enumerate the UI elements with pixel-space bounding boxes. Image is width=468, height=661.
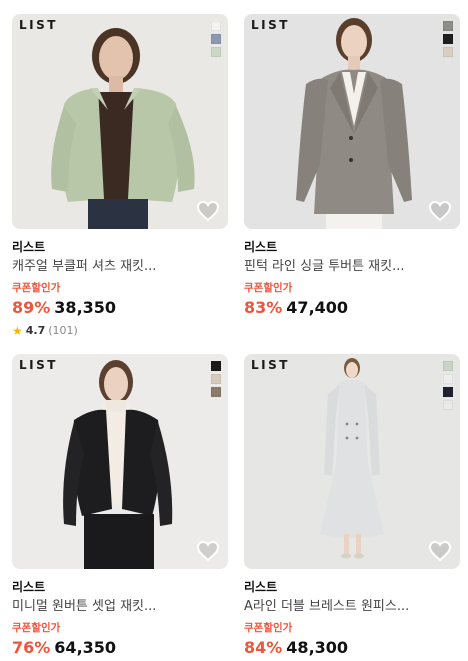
star-icon: ★ <box>12 324 23 338</box>
product-name[interactable]: A라인 더블 브레스트 원피스... <box>244 598 460 616</box>
brand-name[interactable]: 리스트 <box>12 239 228 255</box>
coupon-price-label: 쿠폰할인가 <box>12 282 61 294</box>
heart-icon[interactable] <box>428 200 452 222</box>
product-image[interactable]: LIST <box>12 354 228 569</box>
product-photo <box>244 14 460 229</box>
product-photo <box>12 14 228 229</box>
heart-icon[interactable] <box>196 200 220 222</box>
product-name[interactable]: 핀턱 라인 싱글 투버튼 재킷... <box>244 258 460 276</box>
color-swatch[interactable] <box>443 361 453 371</box>
color-swatch[interactable] <box>443 387 453 397</box>
heart-icon[interactable] <box>196 540 220 562</box>
color-swatch[interactable] <box>443 374 453 384</box>
color-swatches <box>443 361 453 410</box>
sale-price: 38,350 <box>54 298 117 317</box>
color-swatch[interactable] <box>443 400 453 410</box>
color-swatch[interactable] <box>211 34 221 44</box>
color-swatches <box>211 361 221 397</box>
product-image[interactable]: LIST <box>244 14 460 229</box>
product-name[interactable]: 캐주얼 부클퍼 셔츠 재킷... <box>12 258 228 276</box>
color-swatches <box>443 21 453 57</box>
color-swatch[interactable] <box>443 34 453 44</box>
product-card[interactable]: LIST 리스트 A라인 더블 브레스트 원피스... 쿠폰할인가 84% 48,… <box>244 354 460 659</box>
price-row: 89% 38,350 <box>12 297 228 319</box>
product-grid: LIST 리스트 캐주얼 부클퍼 셔츠 재킷... 쿠폰할인가 89% 38,35… <box>0 0 468 661</box>
price-row: 84% 48,300 <box>244 637 460 659</box>
brand-logo: LIST <box>251 358 290 372</box>
sale-price: 47,400 <box>286 298 349 317</box>
product-image[interactable]: LIST <box>244 354 460 569</box>
product-photo <box>244 354 460 569</box>
product-card[interactable]: LIST 리스트 캐주얼 부클퍼 셔츠 재킷... 쿠폰할인가 89% 38,35… <box>12 14 228 339</box>
discount-rate: 76% <box>12 638 51 657</box>
product-card[interactable]: LIST 리스트 미니멀 원버튼 셋업 재킷... 쿠폰할인가 76% 64,35… <box>12 354 228 659</box>
product-name[interactable]: 미니멀 원버튼 셋업 재킷... <box>12 598 228 616</box>
rating-score: 4.7 <box>25 324 46 337</box>
color-swatch[interactable] <box>211 21 221 31</box>
sale-price: 48,300 <box>286 638 349 657</box>
brand-logo: LIST <box>19 18 58 32</box>
color-swatch[interactable] <box>211 387 221 397</box>
discount-rate: 89% <box>12 298 51 317</box>
coupon-price-label: 쿠폰할인가 <box>244 622 293 634</box>
color-swatch[interactable] <box>211 361 221 371</box>
color-swatch[interactable] <box>443 21 453 31</box>
review-count: (101) <box>48 324 78 337</box>
product-card[interactable]: LIST 리스트 핀턱 라인 싱글 투버튼 재킷... 쿠폰할인가 83% 47,… <box>244 14 460 319</box>
color-swatch[interactable] <box>211 47 221 57</box>
discount-rate: 84% <box>244 638 283 657</box>
brand-logo: LIST <box>19 358 58 372</box>
color-swatch[interactable] <box>443 47 453 57</box>
discount-rate: 83% <box>244 298 283 317</box>
brand-name[interactable]: 리스트 <box>244 579 460 595</box>
brand-name[interactable]: 리스트 <box>12 579 228 595</box>
color-swatch[interactable] <box>211 374 221 384</box>
product-image[interactable]: LIST <box>12 14 228 229</box>
price-row: 76% 64,350 <box>12 637 228 659</box>
brand-logo: LIST <box>251 18 290 32</box>
color-swatches <box>211 21 221 57</box>
product-photo <box>12 354 228 569</box>
rating: ★ 4.7 (101) <box>12 323 228 339</box>
sale-price: 64,350 <box>54 638 117 657</box>
heart-icon[interactable] <box>428 540 452 562</box>
brand-name[interactable]: 리스트 <box>244 239 460 255</box>
price-row: 83% 47,400 <box>244 297 460 319</box>
coupon-price-label: 쿠폰할인가 <box>12 622 61 634</box>
coupon-price-label: 쿠폰할인가 <box>244 282 293 294</box>
